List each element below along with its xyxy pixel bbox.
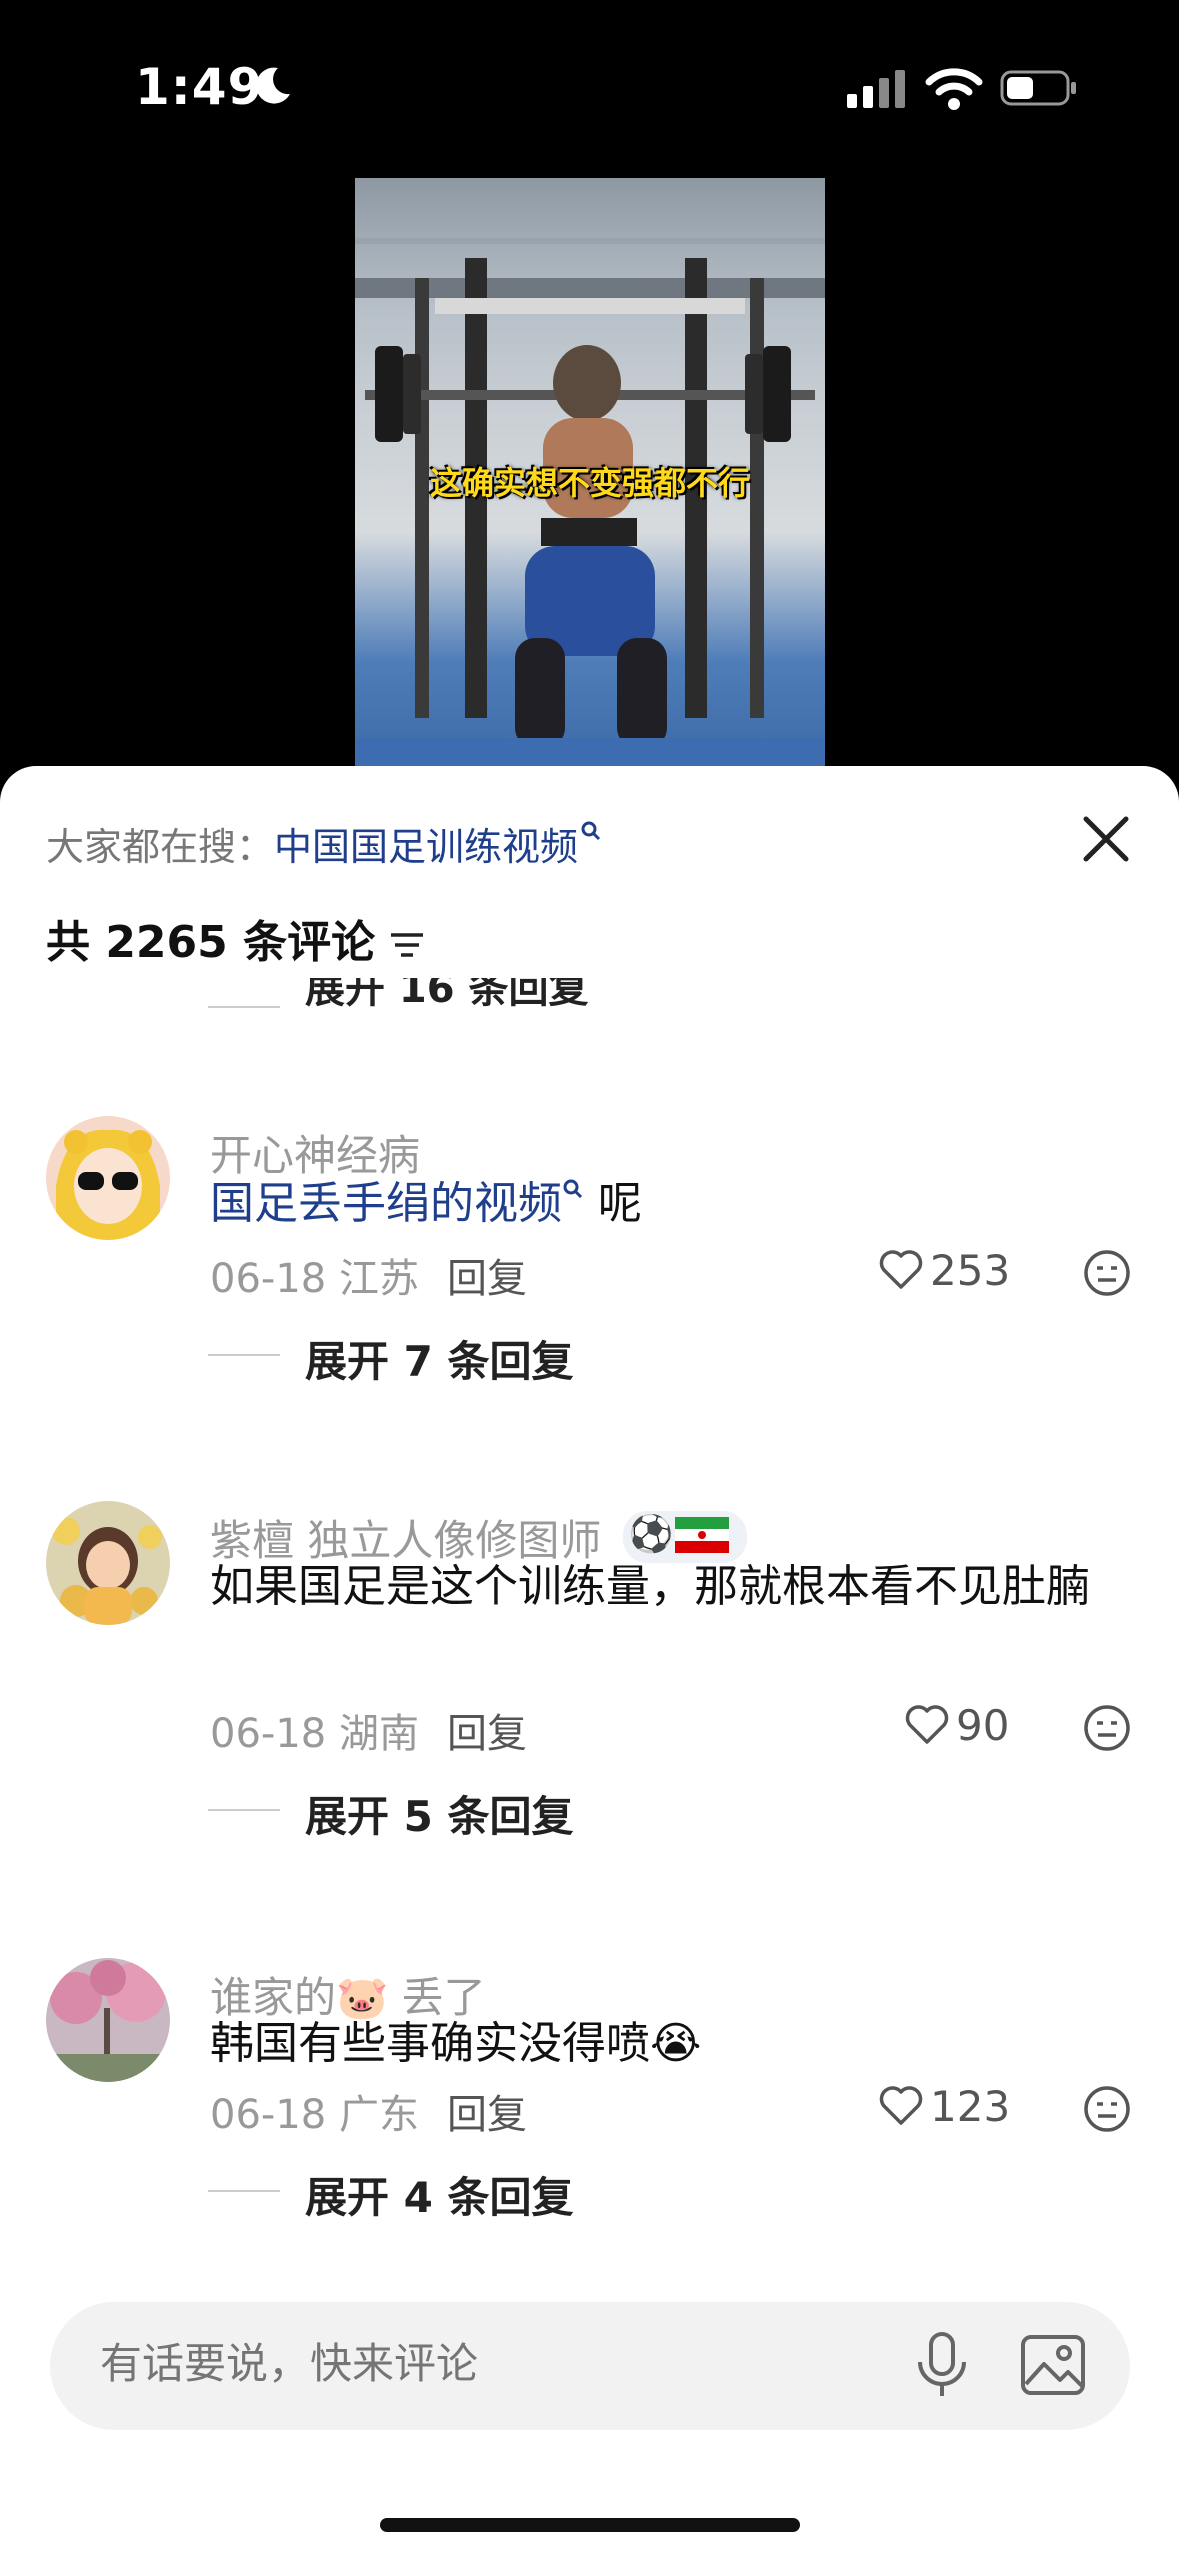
search-q-icon xyxy=(581,821,601,841)
avatar[interactable] xyxy=(46,1958,170,2082)
expand-replies-button[interactable]: 展开 4 条回复 xyxy=(305,2164,573,2225)
close-icon[interactable] xyxy=(1078,811,1134,867)
comment-text: 如果国足是这个训练量，那就根本看不见肚腩 xyxy=(210,1561,1090,1612)
trending-search-link[interactable]: 中国国足训练视频 xyxy=(274,821,602,869)
comment-meta: 06-18 江苏 回复 xyxy=(210,1246,527,1304)
comment-text: 韩国有些事确实没得喷😭 xyxy=(210,2018,702,2069)
like-button[interactable]: 123 xyxy=(878,2082,1010,2131)
trending-search: 大家都在搜：中国国足训练视频 xyxy=(46,816,602,871)
like-count: 90 xyxy=(956,1701,1010,1750)
comment-date-location: 06-18 广东 xyxy=(210,2092,419,2138)
comment-input-bar xyxy=(50,2302,1130,2430)
comment-count-header[interactable]: 共 2265 条评论 xyxy=(46,906,425,970)
emoji-face-icon[interactable] xyxy=(1082,2084,1132,2134)
comment-meta: 06-18 湖南 回复 xyxy=(210,1701,527,1759)
comment-sheet: 大家都在搜：中国国足训练视频 共 2265 条评论 展开 16 条回复 开心神经… xyxy=(0,766,1179,2556)
heart-icon xyxy=(879,2086,923,2125)
expand-divider xyxy=(208,1354,280,1356)
expand-divider xyxy=(208,1809,280,1811)
comment-date-location: 06-18 湖南 xyxy=(210,1711,419,1757)
status-bar: 1:49 xyxy=(0,0,1179,170)
like-button[interactable]: 90 xyxy=(904,1701,1009,1750)
expand-replies-partial[interactable]: 展开 16 条回复 xyxy=(305,978,805,1008)
moon-icon xyxy=(256,67,290,104)
reply-button[interactable]: 回复 xyxy=(447,1256,527,1302)
video-player[interactable]: 这确实想不变强都不行 xyxy=(355,178,825,768)
comment-search-link[interactable]: 国足丢手绢的视频 xyxy=(210,1178,584,1229)
image-icon[interactable] xyxy=(1020,2334,1086,2396)
battery-icon xyxy=(1000,70,1076,106)
sort-icon[interactable] xyxy=(389,930,425,960)
mic-icon[interactable] xyxy=(914,2330,970,2402)
signal-icon xyxy=(847,70,905,108)
avatar[interactable] xyxy=(46,1116,170,1240)
comment-text: 国足丢手绢的视频 呢 xyxy=(210,1178,642,1229)
home-indicator[interactable] xyxy=(380,2518,800,2532)
expand-divider xyxy=(208,1006,280,1008)
like-count: 123 xyxy=(930,2082,1011,2131)
video-caption: 这确实想不变强都不行 xyxy=(429,464,750,502)
like-button[interactable]: 253 xyxy=(878,1246,1010,1295)
emoji-face-icon[interactable] xyxy=(1082,1248,1132,1298)
expand-replies-button[interactable]: 展开 7 条回复 xyxy=(305,1328,573,1389)
expand-replies-button[interactable]: 展开 5 条回复 xyxy=(305,1783,573,1844)
comment-count: 共 2265 条评论 xyxy=(46,917,376,968)
heart-icon xyxy=(905,1705,949,1744)
search-q-icon xyxy=(563,1179,583,1199)
expand-divider xyxy=(208,2190,280,2192)
iran-flag-icon xyxy=(674,1517,729,1553)
avatar[interactable] xyxy=(46,1501,170,1625)
like-count: 253 xyxy=(930,1246,1011,1295)
comment-input[interactable] xyxy=(98,2338,902,2389)
comment-date-location: 06-18 江苏 xyxy=(210,1256,419,1302)
status-time: 1:49 xyxy=(135,58,264,116)
emoji-face-icon[interactable] xyxy=(1082,1703,1132,1753)
reply-button[interactable]: 回复 xyxy=(447,1711,527,1757)
wifi-icon xyxy=(925,68,983,110)
reply-button[interactable]: 回复 xyxy=(447,2092,527,2138)
comment-meta: 06-18 广东 回复 xyxy=(210,2082,527,2140)
heart-icon xyxy=(879,1250,923,1289)
trending-search-prefix: 大家都在搜： xyxy=(46,825,275,869)
